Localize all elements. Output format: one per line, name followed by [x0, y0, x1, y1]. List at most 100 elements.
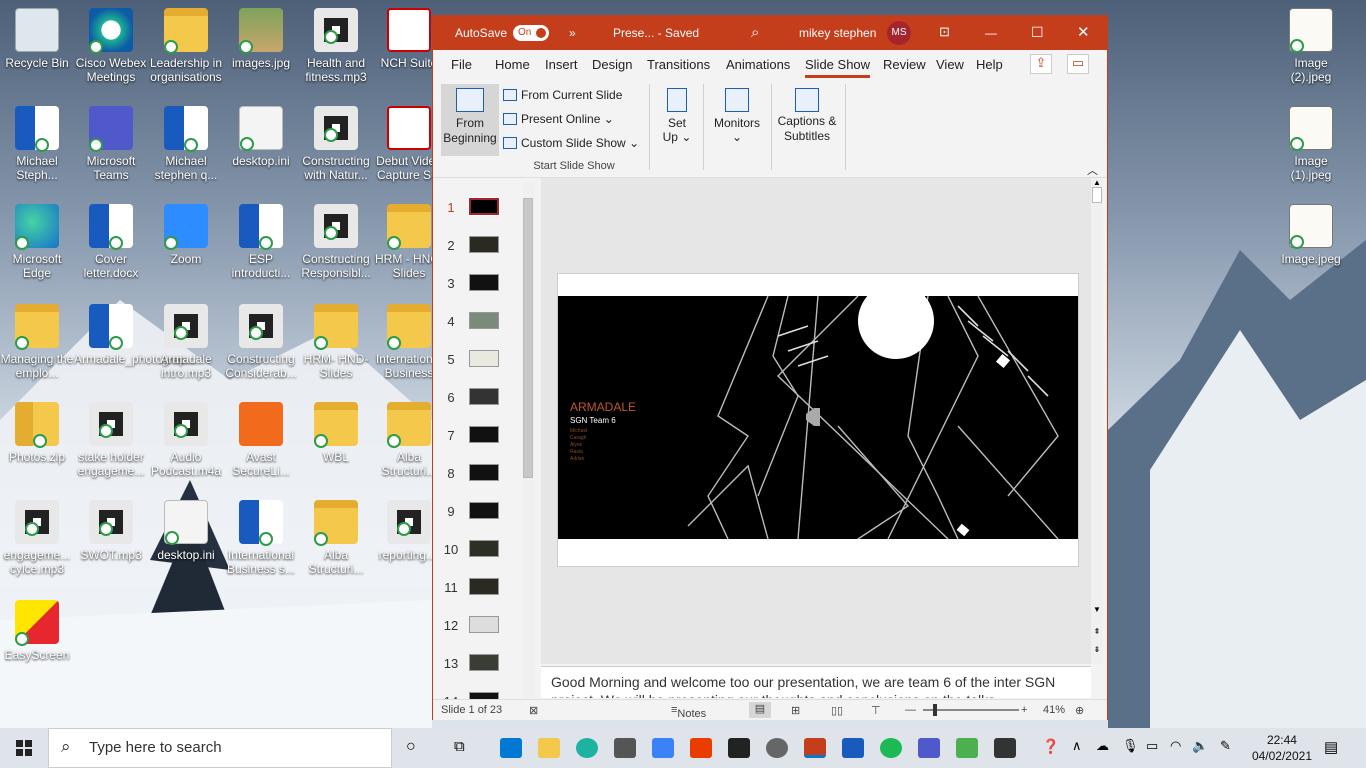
desktop-icon[interactable]: Michael stephen q...	[149, 106, 223, 182]
desktop-icon[interactable]: Managing the emplo...	[0, 304, 74, 380]
search-icon[interactable]: ⌕	[751, 24, 759, 41]
desktop-icon[interactable]: desktop.ini	[224, 106, 298, 168]
more-commands-icon[interactable]: »	[569, 26, 576, 40]
slide-thumbnail[interactable]: 11	[433, 572, 533, 610]
close-icon[interactable]: ✕	[1077, 23, 1090, 41]
slide-thumbnail[interactable]: 5	[433, 344, 533, 382]
settings-gear-icon[interactable]	[766, 738, 788, 758]
current-slide[interactable]: ARMADALE SGN Team 6 Michael Caragh Alyse Ra…	[557, 273, 1079, 567]
desktop-icon[interactable]: Armadale_photograp...	[74, 304, 196, 366]
show-hidden-icons[interactable]: ∧	[1072, 738, 1082, 754]
fit-slide-icon[interactable]: ⊕	[1075, 704, 1084, 717]
present-online-button[interactable]: Present Online ⌄	[503, 112, 614, 126]
cortana-icon[interactable]: ○	[406, 738, 416, 756]
debut-capture-icon[interactable]	[994, 738, 1016, 758]
avatar[interactable]: MS	[887, 21, 911, 45]
tab-review[interactable]: Review	[883, 57, 926, 72]
desktop-icon[interactable]: Photos.zip	[0, 402, 74, 464]
teams-taskbar-icon[interactable]	[918, 738, 940, 758]
tab-help[interactable]: Help	[976, 57, 1003, 72]
slide-thumbnail[interactable]: 4	[433, 306, 533, 344]
desktop-icon[interactable]: stake holder engageme...	[74, 402, 148, 478]
dropbox-icon[interactable]	[652, 738, 674, 758]
slide-thumbnail[interactable]: 10	[433, 534, 533, 572]
help-icon[interactable]: ❓	[1042, 738, 1059, 755]
zoom-out-icon[interactable]: —	[905, 704, 916, 716]
share-icon[interactable]: ⇪	[1030, 54, 1052, 74]
slide-sorter-icon[interactable]: ⊞	[791, 704, 800, 717]
task-view-icon[interactable]: ⧉	[454, 738, 465, 755]
desktop-icon[interactable]: Michael Steph...	[0, 106, 74, 182]
system-clock[interactable]: 22:44 04/02/2021	[1252, 732, 1312, 764]
desktop-icon[interactable]: Leadership in organisations	[149, 8, 223, 84]
zoom-slider[interactable]	[923, 709, 1019, 711]
tab-insert[interactable]: Insert	[545, 57, 578, 72]
zoom-level[interactable]: 41%	[1043, 704, 1065, 716]
desktop-icon[interactable]: HRM- HND-Slides	[299, 304, 373, 380]
normal-view-icon[interactable]: ▤	[749, 702, 771, 718]
desktop-icon[interactable]: Constructing Responsibl...	[299, 204, 373, 280]
tab-home[interactable]: Home	[495, 57, 530, 72]
slide-thumbnail[interactable]: 8	[433, 458, 533, 496]
desktop-icon[interactable]: Constructing Considerab...	[224, 304, 298, 380]
desktop-icon-image-2[interactable]: Image (2).jpeg	[1274, 8, 1348, 84]
slide-thumbnail[interactable]: 13	[433, 648, 533, 686]
notifications-icon[interactable]: ▤	[1324, 738, 1338, 756]
spotify-icon[interactable]	[880, 738, 902, 758]
file-explorer-icon[interactable]	[538, 738, 560, 758]
windows-start-icon[interactable]	[16, 740, 32, 756]
desktop-icon[interactable]: Audio Podcast.m4a	[149, 402, 223, 478]
desktop-icon[interactable]: EasyScreen	[0, 600, 74, 662]
thumbnail-scrollbar[interactable]	[523, 182, 535, 698]
tab-transitions[interactable]: Transitions	[647, 57, 710, 72]
maximize-icon[interactable]: ☐	[1031, 24, 1044, 41]
previous-slide-icon[interactable]: ⇞	[1091, 627, 1103, 636]
store-icon[interactable]	[614, 738, 636, 758]
mail-icon[interactable]	[500, 738, 522, 758]
battery-icon[interactable]: ▭	[1146, 738, 1158, 754]
from-beginning-button[interactable]: From Beginning	[441, 84, 499, 156]
from-current-slide-button[interactable]: From Current Slide	[503, 88, 622, 102]
desktop-icon[interactable]: Constructing with Natur...	[299, 106, 373, 182]
pen-icon[interactable]: ✎	[1220, 738, 1231, 754]
desktop-icon[interactable]: Recycle Bin	[0, 8, 74, 70]
scroll-up-icon[interactable]: ▲	[1091, 178, 1103, 187]
comments-icon[interactable]: ▭	[1067, 54, 1089, 74]
desktop-icon[interactable]: International Business s...	[224, 500, 298, 576]
desktop-icon[interactable]: SWOT.mp3	[74, 500, 148, 562]
notes-button[interactable]: ≡ Notes	[671, 704, 706, 720]
tab-animations[interactable]: Animations	[726, 57, 790, 72]
microphone-icon[interactable]: 🎙	[1122, 738, 1139, 754]
desktop-icon-image[interactable]: Image.jpeg	[1274, 204, 1348, 266]
office-icon[interactable]	[690, 738, 712, 758]
user-name[interactable]: mikey stephen	[799, 26, 876, 40]
ribbon-display-icon[interactable]: ⊡	[939, 24, 950, 40]
tab-view[interactable]: View	[936, 57, 964, 72]
search-box[interactable]: ⌕ Type here to search	[48, 728, 392, 768]
desktop-icon[interactable]: Cisco Webex Meetings	[74, 8, 148, 84]
amazon-icon[interactable]	[728, 738, 750, 758]
desktop-icon[interactable]: Health and fitness.mp3	[299, 8, 373, 84]
powerpoint-taskbar-icon[interactable]	[804, 738, 826, 758]
tab-slide-show[interactable]: Slide Show	[805, 57, 871, 78]
desktop-icon[interactable]: Alba Structuri...	[299, 500, 373, 576]
edge-icon[interactable]	[576, 738, 598, 758]
desktop-icon[interactable]: Zoom	[149, 204, 223, 266]
scrollbar-thumb[interactable]	[1092, 187, 1102, 203]
minimize-icon[interactable]: —	[985, 26, 997, 40]
desktop-icon-image-1[interactable]: Image (1).jpeg	[1274, 106, 1348, 182]
slide-thumbnail[interactable]: 9	[433, 496, 533, 534]
collapse-ribbon-icon[interactable]: ︿	[1087, 162, 1098, 178]
desktop-icon[interactable]: desktop.ini	[149, 500, 223, 562]
desktop-icon[interactable]: Microsoft Teams	[74, 106, 148, 182]
slide-thumbnail[interactable]: 7	[433, 420, 533, 458]
slide-thumbnail[interactable]: 2	[433, 230, 533, 268]
desktop-icon[interactable]: Cover letter.docx	[74, 204, 148, 280]
accessibility-icon[interactable]: ⊠	[529, 704, 538, 717]
desktop-icon[interactable]: Avast SecureLi...	[224, 402, 298, 478]
desktop-icon[interactable]: ESP introducti...	[224, 204, 298, 280]
zoom-in-icon[interactable]: +	[1021, 704, 1027, 716]
document-title[interactable]: Prese... - Saved	[613, 26, 699, 40]
slide-thumbnail[interactable]: 6	[433, 382, 533, 420]
desktop-icon[interactable]: images.jpg	[224, 8, 298, 70]
